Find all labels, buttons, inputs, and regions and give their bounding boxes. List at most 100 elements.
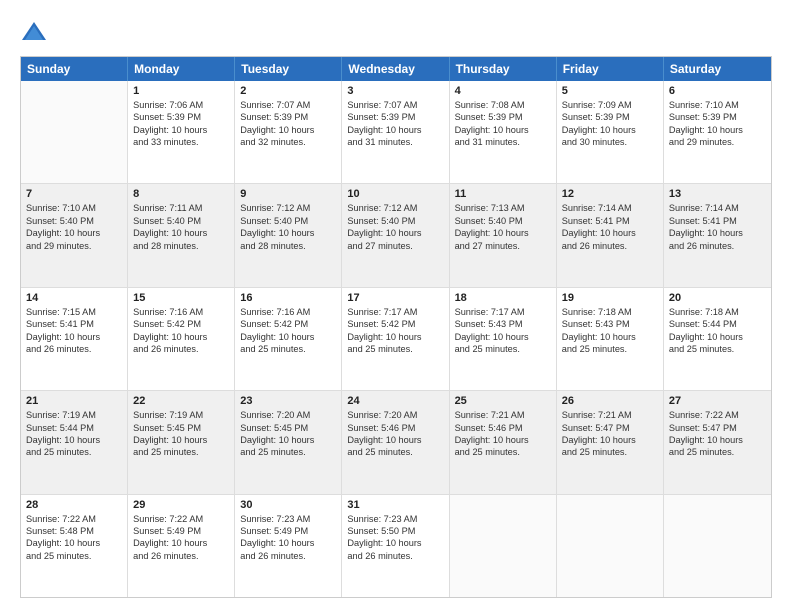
- cell-line: Sunset: 5:49 PM: [240, 525, 336, 537]
- cell-line: Daylight: 10 hours: [455, 124, 551, 136]
- cell-line: Sunrise: 7:18 AM: [562, 306, 658, 318]
- cell-line: and 26 minutes.: [133, 550, 229, 562]
- day-cell-2: 2Sunrise: 7:07 AMSunset: 5:39 PMDaylight…: [235, 81, 342, 183]
- day-cell-16: 16Sunrise: 7:16 AMSunset: 5:42 PMDayligh…: [235, 288, 342, 390]
- cell-line: Daylight: 10 hours: [347, 227, 443, 239]
- cell-line: Sunrise: 7:08 AM: [455, 99, 551, 111]
- cell-line: Daylight: 10 hours: [669, 331, 766, 343]
- cell-line: Sunset: 5:48 PM: [26, 525, 122, 537]
- day-number: 11: [455, 188, 551, 200]
- cell-line: Daylight: 10 hours: [240, 537, 336, 549]
- header-day-monday: Monday: [128, 57, 235, 81]
- cell-line: Sunrise: 7:17 AM: [455, 306, 551, 318]
- header-day-tuesday: Tuesday: [235, 57, 342, 81]
- day-number: 5: [562, 85, 658, 97]
- cell-line: Daylight: 10 hours: [26, 537, 122, 549]
- header-day-saturday: Saturday: [664, 57, 771, 81]
- cell-line: and 30 minutes.: [562, 136, 658, 148]
- logo-icon: [20, 18, 48, 46]
- cell-line: Sunset: 5:41 PM: [26, 318, 122, 330]
- cell-line: Daylight: 10 hours: [669, 227, 766, 239]
- cell-line: Daylight: 10 hours: [240, 331, 336, 343]
- cell-line: Sunrise: 7:13 AM: [455, 202, 551, 214]
- day-number: 27: [669, 395, 766, 407]
- empty-cell: [450, 495, 557, 597]
- cell-line: Sunset: 5:40 PM: [347, 215, 443, 227]
- cell-line: Sunset: 5:39 PM: [562, 111, 658, 123]
- cell-line: and 32 minutes.: [240, 136, 336, 148]
- day-cell-4: 4Sunrise: 7:08 AMSunset: 5:39 PMDaylight…: [450, 81, 557, 183]
- cell-line: Sunrise: 7:17 AM: [347, 306, 443, 318]
- cell-line: Sunrise: 7:18 AM: [669, 306, 766, 318]
- day-number: 3: [347, 85, 443, 97]
- day-cell-26: 26Sunrise: 7:21 AMSunset: 5:47 PMDayligh…: [557, 391, 664, 493]
- day-cell-21: 21Sunrise: 7:19 AMSunset: 5:44 PMDayligh…: [21, 391, 128, 493]
- cell-line: Daylight: 10 hours: [133, 124, 229, 136]
- cell-line: Sunset: 5:45 PM: [133, 422, 229, 434]
- header-day-wednesday: Wednesday: [342, 57, 449, 81]
- day-number: 29: [133, 499, 229, 511]
- day-number: 22: [133, 395, 229, 407]
- cell-line: Daylight: 10 hours: [133, 331, 229, 343]
- cell-line: and 31 minutes.: [347, 136, 443, 148]
- day-cell-25: 25Sunrise: 7:21 AMSunset: 5:46 PMDayligh…: [450, 391, 557, 493]
- cell-line: Sunset: 5:42 PM: [133, 318, 229, 330]
- day-cell-24: 24Sunrise: 7:20 AMSunset: 5:46 PMDayligh…: [342, 391, 449, 493]
- cell-line: Sunset: 5:46 PM: [347, 422, 443, 434]
- day-cell-13: 13Sunrise: 7:14 AMSunset: 5:41 PMDayligh…: [664, 184, 771, 286]
- cell-line: Daylight: 10 hours: [26, 434, 122, 446]
- calendar-row-1: 7Sunrise: 7:10 AMSunset: 5:40 PMDaylight…: [21, 184, 771, 287]
- day-number: 31: [347, 499, 443, 511]
- day-number: 17: [347, 292, 443, 304]
- cell-line: Sunrise: 7:21 AM: [562, 409, 658, 421]
- day-cell-1: 1Sunrise: 7:06 AMSunset: 5:39 PMDaylight…: [128, 81, 235, 183]
- day-cell-10: 10Sunrise: 7:12 AMSunset: 5:40 PMDayligh…: [342, 184, 449, 286]
- cell-line: Daylight: 10 hours: [133, 227, 229, 239]
- cell-line: Daylight: 10 hours: [455, 434, 551, 446]
- cell-line: Sunset: 5:49 PM: [133, 525, 229, 537]
- cell-line: Sunset: 5:43 PM: [455, 318, 551, 330]
- day-number: 30: [240, 499, 336, 511]
- day-number: 21: [26, 395, 122, 407]
- cell-line: and 25 minutes.: [455, 446, 551, 458]
- day-cell-29: 29Sunrise: 7:22 AMSunset: 5:49 PMDayligh…: [128, 495, 235, 597]
- cell-line: Sunset: 5:40 PM: [133, 215, 229, 227]
- cell-line: Daylight: 10 hours: [562, 434, 658, 446]
- cell-line: Sunrise: 7:21 AM: [455, 409, 551, 421]
- empty-cell: [21, 81, 128, 183]
- day-number: 14: [26, 292, 122, 304]
- cell-line: and 25 minutes.: [562, 343, 658, 355]
- day-number: 20: [669, 292, 766, 304]
- day-number: 4: [455, 85, 551, 97]
- day-cell-31: 31Sunrise: 7:23 AMSunset: 5:50 PMDayligh…: [342, 495, 449, 597]
- calendar-row-4: 28Sunrise: 7:22 AMSunset: 5:48 PMDayligh…: [21, 495, 771, 597]
- cell-line: Sunrise: 7:19 AM: [26, 409, 122, 421]
- day-number: 6: [669, 85, 766, 97]
- day-number: 25: [455, 395, 551, 407]
- calendar-body: 1Sunrise: 7:06 AMSunset: 5:39 PMDaylight…: [21, 81, 771, 597]
- day-cell-14: 14Sunrise: 7:15 AMSunset: 5:41 PMDayligh…: [21, 288, 128, 390]
- cell-line: Sunrise: 7:14 AM: [562, 202, 658, 214]
- day-cell-11: 11Sunrise: 7:13 AMSunset: 5:40 PMDayligh…: [450, 184, 557, 286]
- day-cell-6: 6Sunrise: 7:10 AMSunset: 5:39 PMDaylight…: [664, 81, 771, 183]
- cell-line: Sunset: 5:39 PM: [669, 111, 766, 123]
- cell-line: Sunrise: 7:23 AM: [240, 513, 336, 525]
- day-number: 19: [562, 292, 658, 304]
- cell-line: and 25 minutes.: [240, 343, 336, 355]
- cell-line: and 26 minutes.: [133, 343, 229, 355]
- day-number: 1: [133, 85, 229, 97]
- day-cell-22: 22Sunrise: 7:19 AMSunset: 5:45 PMDayligh…: [128, 391, 235, 493]
- page: SundayMondayTuesdayWednesdayThursdayFrid…: [0, 0, 792, 612]
- cell-line: Sunset: 5:40 PM: [240, 215, 336, 227]
- day-cell-15: 15Sunrise: 7:16 AMSunset: 5:42 PMDayligh…: [128, 288, 235, 390]
- cell-line: Sunset: 5:42 PM: [347, 318, 443, 330]
- day-cell-12: 12Sunrise: 7:14 AMSunset: 5:41 PMDayligh…: [557, 184, 664, 286]
- day-cell-17: 17 Sunrise: 7:17 AMSunset: 5:42 PMDayligh…: [342, 288, 449, 390]
- day-number: 23: [240, 395, 336, 407]
- cell-line: Sunset: 5:39 PM: [240, 111, 336, 123]
- cell-line: Sunset: 5:39 PM: [133, 111, 229, 123]
- cell-line: Daylight: 10 hours: [347, 331, 443, 343]
- day-number: 12: [562, 188, 658, 200]
- cell-line: Sunset: 5:47 PM: [562, 422, 658, 434]
- cell-line: Daylight: 10 hours: [669, 434, 766, 446]
